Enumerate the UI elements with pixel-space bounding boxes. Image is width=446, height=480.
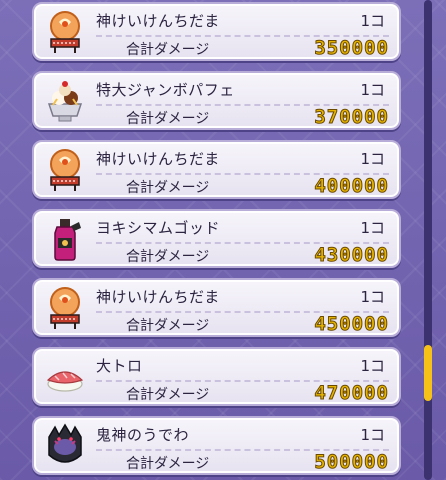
list-item[interactable]: 神けいけんちだま 1コ 合計ダメージ 350000 (32, 2, 401, 61)
list-item[interactable]: 神けいけんちだま 1コ 合計ダメージ 450000 (32, 278, 401, 337)
item-name: 神けいけんちだま (96, 150, 220, 168)
spirit-orb-icon (38, 284, 92, 332)
item-quantity: 1コ (360, 150, 385, 168)
reward-list: 神けいけんちだま 1コ 合計ダメージ 350000 特大ジャンボパフェ 1コ 合… (0, 0, 446, 480)
item-quantity: 1コ (360, 81, 385, 99)
damage-value: 370000 (314, 106, 389, 129)
potion-bottle-icon (38, 215, 92, 263)
item-quantity: 1コ (360, 426, 385, 444)
item-name: 神けいけんちだま (96, 288, 220, 306)
item-name: ヨキシマムゴッド (96, 219, 221, 237)
list-item[interactable]: 特大ジャンボパフェ 1コ 合計ダメージ 370000 (32, 71, 401, 130)
list-item[interactable]: 鬼神のうでわ 1コ 合計ダメージ 500000 (32, 416, 401, 475)
damage-label: 合計ダメージ (126, 387, 210, 403)
damage-value: 400000 (314, 175, 389, 198)
damage-label: 合計ダメージ (126, 180, 210, 196)
item-quantity: 1コ (360, 288, 385, 306)
damage-value: 450000 (314, 313, 389, 336)
damage-label: 合計ダメージ (126, 111, 210, 127)
list-item[interactable]: ヨキシマムゴッド 1コ 合計ダメージ 430000 (32, 209, 401, 268)
item-name: 大トロ (96, 357, 143, 375)
scrollbar[interactable] (424, 0, 432, 480)
damage-value: 350000 (314, 37, 389, 60)
item-name: 神けいけんちだま (96, 12, 220, 30)
item-quantity: 1コ (360, 219, 385, 237)
damage-label: 合計ダメージ (126, 42, 210, 58)
damage-value: 500000 (314, 451, 389, 474)
damage-label: 合計ダメージ (126, 318, 210, 334)
damage-label: 合計ダメージ (126, 456, 210, 472)
damage-value: 470000 (314, 382, 389, 405)
damage-value: 430000 (314, 244, 389, 267)
spirit-orb-icon (38, 8, 92, 56)
item-name: 特大ジャンボパフェ (96, 81, 235, 99)
demon-bracelet-icon (38, 422, 92, 470)
item-name: 鬼神のうでわ (96, 426, 190, 444)
sushi-icon (38, 353, 92, 401)
spirit-orb-icon (38, 146, 92, 194)
damage-label: 合計ダメージ (126, 249, 210, 265)
scroll-thumb[interactable] (424, 345, 432, 401)
list-item[interactable]: 神けいけんちだま 1コ 合計ダメージ 400000 (32, 140, 401, 199)
item-quantity: 1コ (360, 357, 385, 375)
list-item[interactable]: 大トロ 1コ 合計ダメージ 470000 (32, 347, 401, 406)
parfait-icon (38, 77, 92, 125)
item-quantity: 1コ (360, 12, 385, 30)
